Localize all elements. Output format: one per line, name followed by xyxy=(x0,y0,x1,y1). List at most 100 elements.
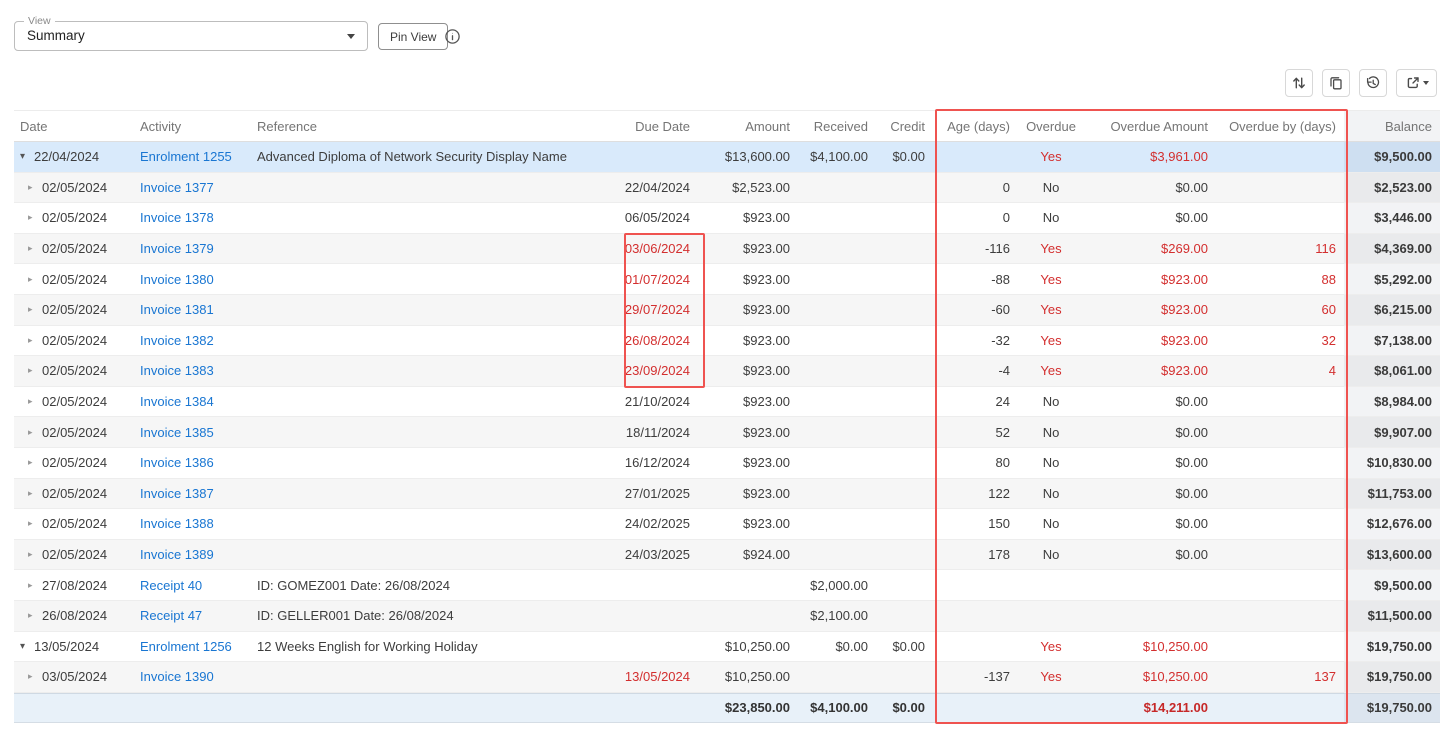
export-menu-button[interactable] xyxy=(1396,69,1437,97)
expand-row-icon[interactable]: ▸ xyxy=(28,365,42,376)
cell-reference xyxy=(257,479,610,509)
expand-row-icon[interactable]: ▸ xyxy=(28,671,42,682)
activity-link[interactable]: Invoice 1388 xyxy=(140,516,214,531)
table-row[interactable]: ▸02/05/2024Invoice 138616/12/2024$923.00… xyxy=(14,448,1440,479)
copy-button[interactable] xyxy=(1322,69,1350,97)
activity-link[interactable]: Invoice 1379 xyxy=(140,241,214,256)
cell-age: 80 xyxy=(933,448,1018,478)
table-row[interactable]: ▸02/05/2024Invoice 138323/09/2024$923.00… xyxy=(14,356,1440,387)
activity-link[interactable]: Invoice 1387 xyxy=(140,486,214,501)
table-row[interactable]: ▸02/05/2024Invoice 138824/02/2025$923.00… xyxy=(14,509,1440,540)
expand-row-icon[interactable]: ▸ xyxy=(28,335,42,346)
activity-link[interactable]: Invoice 1389 xyxy=(140,547,214,562)
cell-received xyxy=(800,387,876,417)
column-header-overdue[interactable]: Overdue xyxy=(1018,111,1084,141)
table-row[interactable]: ▸02/05/2024Invoice 138727/01/2025$923.00… xyxy=(14,479,1440,510)
cell-balance: $7,138.00 xyxy=(1344,326,1440,356)
total-due xyxy=(610,694,702,723)
cell-reference: ID: GOMEZ001 Date: 26/08/2024 xyxy=(257,570,610,600)
expand-row-icon[interactable]: ▸ xyxy=(28,457,42,468)
activity-link[interactable]: Invoice 1385 xyxy=(140,425,214,440)
activity-link[interactable]: Invoice 1378 xyxy=(140,210,214,225)
column-header-received[interactable]: Received xyxy=(800,111,876,141)
info-icon[interactable] xyxy=(444,28,461,45)
table-row[interactable]: ▸02/05/2024Invoice 137722/04/2024$2,523.… xyxy=(14,173,1440,204)
column-header-reference[interactable]: Reference xyxy=(257,111,610,141)
table-row[interactable]: ▾13/05/2024Enrolment 125612 Weeks Englis… xyxy=(14,632,1440,663)
column-header-amount[interactable]: Amount xyxy=(702,111,800,141)
column-header-balance[interactable]: Balance xyxy=(1344,111,1440,141)
view-select[interactable]: View Summary xyxy=(14,21,368,51)
table-row[interactable]: ▸02/05/2024Invoice 137903/06/2024$923.00… xyxy=(14,234,1440,265)
cell-overdue xyxy=(1018,570,1084,600)
expand-row-icon[interactable]: ▸ xyxy=(28,243,42,254)
activity-link[interactable]: Invoice 1384 xyxy=(140,394,214,409)
table-row[interactable]: ▸03/05/2024Invoice 139013/05/2024$10,250… xyxy=(14,662,1440,693)
activity-link[interactable]: Invoice 1383 xyxy=(140,363,214,378)
column-header-credit[interactable]: Credit xyxy=(876,111,933,141)
activity-link[interactable]: Invoice 1382 xyxy=(140,333,214,348)
activity-link[interactable]: Invoice 1377 xyxy=(140,180,214,195)
expand-row-icon[interactable]: ▸ xyxy=(28,182,42,193)
expand-row-icon[interactable]: ▸ xyxy=(28,549,42,560)
activity-link[interactable]: Invoice 1390 xyxy=(140,669,214,684)
cell-due: 16/12/2024 xyxy=(610,448,702,478)
cell-received xyxy=(800,203,876,233)
activity-link[interactable]: Invoice 1386 xyxy=(140,455,214,470)
column-header-activity[interactable]: Activity xyxy=(140,111,257,141)
cell-credit xyxy=(876,264,933,294)
activity-link[interactable]: Enrolment 1256 xyxy=(140,639,232,654)
expand-row-icon[interactable]: ▸ xyxy=(28,212,42,223)
activity-link[interactable]: Receipt 47 xyxy=(140,608,202,623)
cell-activity: Invoice 1379 xyxy=(140,234,257,264)
table-row[interactable]: ▸27/08/2024Receipt 40ID: GOMEZ001 Date: … xyxy=(14,570,1440,601)
cell-date: ▸02/05/2024 xyxy=(14,479,140,509)
expand-row-icon[interactable]: ▸ xyxy=(28,488,42,499)
column-header-od_amount[interactable]: Overdue Amount xyxy=(1084,111,1216,141)
table-row[interactable]: ▾22/04/2024Enrolment 1255Advanced Diplom… xyxy=(14,142,1440,173)
expand-row-icon[interactable]: ▸ xyxy=(28,396,42,407)
cell-due: 21/10/2024 xyxy=(610,387,702,417)
expand-row-icon[interactable]: ▸ xyxy=(28,518,42,529)
expand-row-icon[interactable]: ▸ xyxy=(28,304,42,315)
pin-view-button[interactable]: Pin View xyxy=(378,23,448,50)
cell-date: ▸02/05/2024 xyxy=(14,264,140,294)
activity-link[interactable]: Enrolment 1255 xyxy=(140,149,232,164)
cell-balance: $9,500.00 xyxy=(1344,570,1440,600)
expand-row-icon[interactable]: ▸ xyxy=(28,580,42,591)
cell-credit xyxy=(876,326,933,356)
table-row[interactable]: ▸02/05/2024Invoice 138924/03/2025$924.00… xyxy=(14,540,1440,571)
date-text: 02/05/2024 xyxy=(42,516,107,531)
table-row[interactable]: ▸02/05/2024Invoice 138421/10/2024$923.00… xyxy=(14,387,1440,418)
collapse-row-icon[interactable]: ▾ xyxy=(20,151,34,162)
grid-header-row: DateActivityReferenceDue DateAmountRecei… xyxy=(14,110,1440,142)
column-header-age[interactable]: Age (days) xyxy=(933,111,1018,141)
collapse-row-icon[interactable]: ▾ xyxy=(20,641,34,652)
table-row[interactable]: ▸26/08/2024Receipt 47ID: GELLER001 Date:… xyxy=(14,601,1440,632)
history-button[interactable] xyxy=(1359,69,1387,97)
cell-od_amount: $0.00 xyxy=(1084,540,1216,570)
activity-link[interactable]: Invoice 1381 xyxy=(140,302,214,317)
column-header-od_by[interactable]: Overdue by (days) xyxy=(1216,111,1344,141)
cell-overdue: Yes xyxy=(1018,356,1084,386)
cell-amount xyxy=(702,601,800,631)
column-header-date[interactable]: Date xyxy=(14,111,140,141)
swap-vert-button[interactable] xyxy=(1285,69,1313,97)
cell-age: 0 xyxy=(933,173,1018,203)
expand-row-icon[interactable]: ▸ xyxy=(28,274,42,285)
table-row[interactable]: ▸02/05/2024Invoice 137806/05/2024$923.00… xyxy=(14,203,1440,234)
activity-link[interactable]: Invoice 1380 xyxy=(140,272,214,287)
cell-credit xyxy=(876,356,933,386)
table-row[interactable]: ▸02/05/2024Invoice 138129/07/2024$923.00… xyxy=(14,295,1440,326)
cell-overdue: No xyxy=(1018,448,1084,478)
expand-row-icon[interactable]: ▸ xyxy=(28,610,42,621)
table-row[interactable]: ▸02/05/2024Invoice 138226/08/2024$923.00… xyxy=(14,326,1440,357)
cell-date: ▸02/05/2024 xyxy=(14,234,140,264)
date-text: 02/05/2024 xyxy=(42,272,107,287)
column-header-due[interactable]: Due Date xyxy=(610,111,702,141)
table-row[interactable]: ▸02/05/2024Invoice 138001/07/2024$923.00… xyxy=(14,264,1440,295)
activity-link[interactable]: Receipt 40 xyxy=(140,578,202,593)
table-row[interactable]: ▸02/05/2024Invoice 138518/11/2024$923.00… xyxy=(14,417,1440,448)
cell-received: $0.00 xyxy=(800,632,876,662)
expand-row-icon[interactable]: ▸ xyxy=(28,427,42,438)
